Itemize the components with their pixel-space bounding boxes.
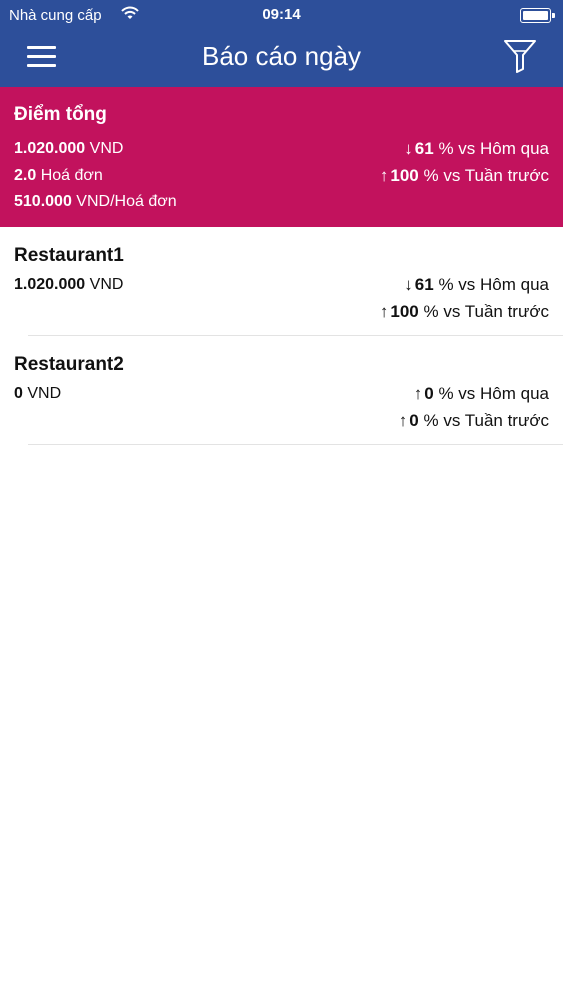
divider (28, 444, 563, 445)
restaurant-vs-yesterday-value: 0 (424, 384, 434, 403)
summary-invoices-unit: Hoá đơn (40, 167, 103, 184)
restaurant-revenue: 0 VND (14, 385, 61, 403)
restaurant-vs-yesterday-label: % vs Hôm qua (438, 384, 549, 403)
summary-revenue-unit: VND (89, 140, 124, 157)
summary-vs-last-week-value: 100 (390, 166, 419, 185)
restaurant-revenue-value: 0 (14, 385, 23, 402)
summary-card[interactable]: Điểm tổng 1.020.000 VND ↓ 61 % vs Hôm qua… (0, 87, 563, 227)
restaurant-vs-last-week-value: 100 (390, 302, 419, 321)
status-bar: Nhà cung cấp 09:14 (0, 0, 563, 30)
summary-vs-yesterday: ↓ 61 % vs Hôm qua (404, 139, 549, 159)
restaurant-vs-last-week: ↑ 0 % vs Tuần trước (399, 411, 549, 431)
arrow-icon: ↑ (379, 166, 389, 185)
status-time: 09:14 (262, 6, 301, 23)
summary-invoices: 2.0 Hoá đơn (14, 167, 103, 185)
restaurant-vs-last-week-label: % vs Tuần trước (423, 302, 549, 321)
nav-bar: Báo cáo ngày (0, 30, 563, 87)
summary-avg-value: 510.000 (14, 193, 72, 210)
restaurant-revenue-unit: VND (27, 385, 62, 402)
restaurant-vs-last-week: ↑ 100 % vs Tuần trước (380, 302, 549, 322)
arrow-icon: ↑ (413, 384, 423, 403)
restaurant-vs-yesterday-label: % vs Hôm qua (438, 275, 549, 294)
funnel-icon (504, 40, 536, 73)
summary-revenue-value: 1.020.000 (14, 140, 86, 157)
battery-icon (520, 8, 555, 23)
restaurant-revenue-value: 1.020.000 (14, 276, 86, 293)
restaurant-name: Restaurant1 (14, 245, 124, 266)
restaurant-revenue-unit: VND (89, 276, 124, 293)
arrow-icon: ↑ (398, 411, 408, 430)
summary-vs-last-week-label: % vs Tuần trước (423, 166, 549, 185)
summary-invoices-value: 2.0 (14, 167, 37, 184)
arrow-icon: ↓ (404, 275, 413, 294)
restaurant-vs-last-week-label: % vs Tuần trước (423, 411, 549, 430)
summary-vs-yesterday-value: 61 (414, 139, 434, 158)
restaurant-name: Restaurant2 (14, 354, 124, 375)
restaurant-revenue: 1.020.000 VND (14, 276, 123, 294)
summary-revenue: 1.020.000 VND (14, 140, 123, 158)
restaurant-vs-yesterday: ↓ 61 % vs Hôm qua (404, 275, 549, 295)
list-item[interactable]: Restaurant2 0 VND ↑ 0 % vs Hôm qua ↑ 0 % v… (0, 336, 563, 445)
restaurant-vs-yesterday-value: 61 (414, 275, 434, 294)
summary-vs-yesterday-label: % vs Hôm qua (438, 139, 549, 158)
list-item[interactable]: Restaurant1 1.020.000 VND ↓ 61 % vs Hôm q… (0, 227, 563, 336)
page-title: Báo cáo ngày (201, 41, 361, 71)
summary-vs-last-week: ↑ 100 % vs Tuần trước (380, 166, 549, 186)
arrow-icon: ↑ (379, 302, 389, 321)
arrow-icon: ↓ (404, 139, 413, 158)
summary-avg: 510.000 VND/Hoá đơn (14, 193, 177, 211)
summary-title: Điểm tổng (14, 104, 107, 125)
restaurant-vs-yesterday: ↑ 0 % vs Hôm qua (414, 384, 549, 404)
filter-button[interactable] (503, 38, 537, 74)
summary-avg-unit: VND/Hoá đơn (76, 193, 177, 210)
restaurant-vs-last-week-value: 0 (409, 411, 419, 430)
